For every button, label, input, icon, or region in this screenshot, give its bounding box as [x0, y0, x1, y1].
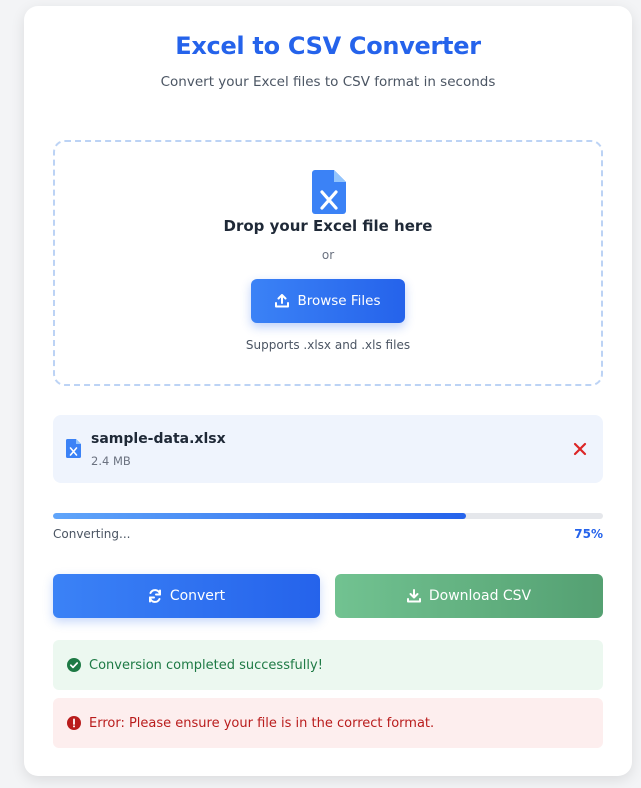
sync-icon	[148, 589, 161, 603]
selected-file-item: sample-data.xlsx 2.4 MB	[53, 415, 603, 483]
download-csv-label: Download CSV	[428, 588, 532, 604]
success-message: Conversion completed successfully!	[89, 657, 323, 673]
close-icon[interactable]	[572, 441, 588, 457]
browse-files-button[interactable]: Browse Files	[251, 279, 405, 323]
convert-button[interactable]: Convert	[53, 574, 320, 618]
upload-icon	[275, 294, 290, 308]
exclamation-circle-icon	[67, 716, 81, 730]
converter-card: Excel to CSV Converter Convert your Exce…	[24, 6, 632, 776]
excel-file-icon	[66, 439, 81, 458]
error-alert: Error: Please ensure your file is in the…	[53, 698, 603, 748]
dropzone-title: Drop your Excel file here	[223, 217, 433, 235]
page-title: Excel to CSV Converter	[175, 32, 481, 60]
success-alert: Conversion completed successfully!	[53, 640, 603, 690]
browse-files-label: Browse Files	[297, 293, 381, 309]
file-size: 2.4 MB	[91, 454, 131, 468]
download-icon	[406, 589, 421, 603]
progress-status-text: Converting...	[53, 527, 131, 541]
file-name: sample-data.xlsx	[91, 431, 226, 447]
error-message: Error: Please ensure your file is in the…	[89, 715, 435, 731]
supported-formats-text: Supports .xlsx and .xls files	[245, 338, 411, 352]
file-dropzone[interactable]: Drop your Excel file here or Browse File…	[53, 140, 603, 386]
progress-percent: 75%	[574, 527, 603, 541]
download-csv-button[interactable]: Download CSV	[335, 574, 603, 618]
check-circle-icon	[67, 658, 81, 672]
dropzone-or-text: or	[321, 248, 335, 262]
progress-bar-fill	[53, 513, 466, 519]
excel-file-icon	[312, 170, 346, 214]
progress-bar	[53, 513, 603, 519]
convert-label: Convert	[169, 588, 226, 604]
page-subtitle: Convert your Excel files to CSV format i…	[160, 74, 496, 90]
